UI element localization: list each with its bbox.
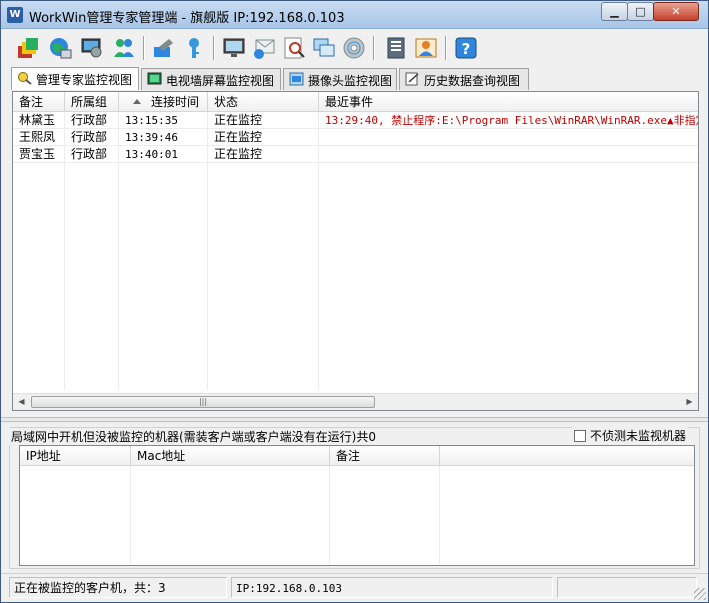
- windows-icon: [313, 38, 335, 57]
- column-header-ip[interactable]: IP地址: [20, 446, 131, 466]
- tv-wall-icon: [147, 72, 162, 85]
- key-icon: [189, 38, 199, 58]
- column-header-group[interactable]: 所属组: [65, 92, 119, 112]
- view-switch-button[interactable]: [15, 35, 41, 61]
- cell-status: 正在监控: [208, 129, 319, 146]
- view-tabs: 管理专家监控视图 电视墙屏幕监控视图 摄像头监控视图 历史数据查询视图: [11, 67, 701, 90]
- checkbox-label: 不侦测未监视机器: [590, 429, 687, 443]
- svg-text:?: ?: [462, 40, 471, 58]
- remote-control-button[interactable]: [151, 35, 177, 61]
- table-header: IP地址 Mac地址 备注: [20, 446, 694, 466]
- message-icon: [254, 39, 275, 59]
- table-row[interactable]: 林黛玉 行政部 13:15:35 正在监控 13:29:40, 禁止程序:E:\…: [13, 112, 698, 129]
- resize-grip-icon[interactable]: [694, 588, 706, 600]
- users-button[interactable]: [111, 35, 137, 61]
- column-header-note[interactable]: 备注: [330, 446, 440, 466]
- unmonitored-table[interactable]: IP地址 Mac地址 备注: [19, 445, 695, 566]
- network-button[interactable]: [47, 35, 73, 61]
- disc-button[interactable]: [341, 35, 367, 61]
- tab-monitor-view[interactable]: 管理专家监控视图: [11, 67, 139, 90]
- scroll-right-icon[interactable]: ▶: [681, 394, 698, 410]
- key-button[interactable]: [181, 35, 207, 61]
- cell-note: 林黛玉: [13, 112, 65, 129]
- cell-recent-event: [319, 146, 698, 163]
- cell-status: 正在监控: [208, 146, 319, 163]
- user-card-icon: [415, 38, 437, 58]
- toolbar: ?: [7, 31, 702, 65]
- table-row[interactable]: 贾宝玉 行政部 13:40:01 正在监控: [13, 146, 698, 163]
- globe-icon: [50, 38, 72, 59]
- monitor-icon: [223, 38, 245, 57]
- computer-settings-icon: [81, 38, 102, 58]
- users-icon: [114, 39, 134, 57]
- monitor-table[interactable]: 备注 所属组 连接时间 状态 最近事件 林黛玉 行政部 13:15:35 正在监…: [12, 91, 699, 411]
- log-button[interactable]: [383, 35, 409, 61]
- search-document-button[interactable]: [281, 35, 307, 61]
- tab-label: 历史数据查询视图: [424, 74, 521, 88]
- cell-connect-time: 13:40:01: [119, 146, 208, 163]
- app-logo-icon: W: [7, 7, 23, 23]
- table-body: 林黛玉 行政部 13:15:35 正在监控 13:29:40, 禁止程序:E:\…: [13, 112, 698, 390]
- close-button[interactable]: ✕: [653, 2, 699, 21]
- tab-label: 电视墙屏幕监控视图: [166, 74, 275, 88]
- magnifier-icon: [18, 72, 32, 85]
- screen-monitor-button[interactable]: [221, 35, 247, 61]
- help-button[interactable]: ?: [453, 35, 479, 61]
- minimize-button[interactable]: ▁: [601, 2, 628, 21]
- disc-icon: [343, 37, 365, 59]
- status-client-count: 正在被监控的客户机，共：3: [9, 577, 227, 598]
- column-header-recent-event[interactable]: 最近事件: [319, 92, 698, 112]
- tab-camera-view[interactable]: 摄像头监控视图: [283, 68, 397, 90]
- notepad-icon: [405, 72, 419, 86]
- cell-group: 行政部: [65, 129, 119, 146]
- column-header-status[interactable]: 状态: [208, 92, 319, 112]
- search-document-icon: [284, 37, 305, 59]
- tab-history-view[interactable]: 历史数据查询视图: [399, 68, 529, 90]
- help-icon: ?: [455, 37, 477, 59]
- user-card-button[interactable]: [413, 35, 439, 61]
- title-bar[interactable]: W WorkWin管理专家管理端 - 旗舰版 IP:192.168.0.103 …: [1, 1, 708, 29]
- column-header-connect-time[interactable]: 连接时间: [119, 92, 208, 112]
- scroll-left-icon[interactable]: ◀: [13, 394, 30, 410]
- column-header-note[interactable]: 备注: [13, 92, 65, 112]
- computer-settings-button[interactable]: [79, 35, 105, 61]
- cell-note: 贾宝玉: [13, 146, 65, 163]
- cell-connect-time: 13:15:35: [119, 112, 208, 129]
- sort-ascending-icon: [133, 99, 141, 104]
- cell-status: 正在监控: [208, 112, 319, 129]
- checkbox-box[interactable]: [574, 430, 586, 442]
- status-ip: IP:192.168.0.103: [231, 577, 553, 598]
- cell-note: 王熙凤: [13, 129, 65, 146]
- cell-group: 行政部: [65, 112, 119, 129]
- windows-button[interactable]: [311, 35, 337, 61]
- tab-label: 管理专家监控视图: [36, 73, 133, 87]
- tab-label: 摄像头监控视图: [308, 74, 393, 88]
- cell-connect-time: 13:39:46: [119, 129, 208, 146]
- view-switch-icon: [18, 38, 38, 58]
- skip-detect-checkbox[interactable]: 不侦测未监视机器: [572, 427, 689, 444]
- column-header-mac[interactable]: Mac地址: [131, 446, 330, 466]
- window-title: WorkWin管理专家管理端 - 旗舰版 IP:192.168.0.103: [29, 11, 345, 26]
- status-extra: [557, 577, 697, 598]
- cell-recent-event: 13:29:40, 禁止程序:E:\Program Files\WinRAR\W…: [325, 114, 698, 127]
- horizontal-scrollbar[interactable]: ◀ ||| ▶: [13, 393, 698, 410]
- remote-control-icon: [154, 39, 173, 57]
- cell-group: 行政部: [65, 146, 119, 163]
- status-bar: 正在被监控的客户机，共：3 IP:192.168.0.103: [1, 573, 708, 602]
- table-header: 备注 所属组 连接时间 状态 最近事件: [13, 92, 698, 112]
- log-icon: [387, 37, 405, 59]
- pane-splitter[interactable]: [1, 417, 708, 422]
- cell-recent-event: [319, 129, 698, 146]
- column-header-label: 连接时间: [151, 95, 200, 109]
- maximize-button[interactable]: □: [627, 2, 654, 21]
- unmonitored-caption: 局域网中开机但没被监控的机器(需装客户端或客户端没有在运行)共0: [9, 428, 379, 445]
- scrollbar-thumb[interactable]: |||: [31, 396, 375, 408]
- main-window: W WorkWin管理专家管理端 - 旗舰版 IP:192.168.0.103 …: [0, 0, 709, 603]
- camera-icon: [289, 72, 304, 86]
- tab-tv-wall-view[interactable]: 电视墙屏幕监控视图: [141, 68, 281, 90]
- send-message-button[interactable]: [251, 35, 277, 61]
- table-row[interactable]: 王熙凤 行政部 13:39:46 正在监控: [13, 129, 698, 146]
